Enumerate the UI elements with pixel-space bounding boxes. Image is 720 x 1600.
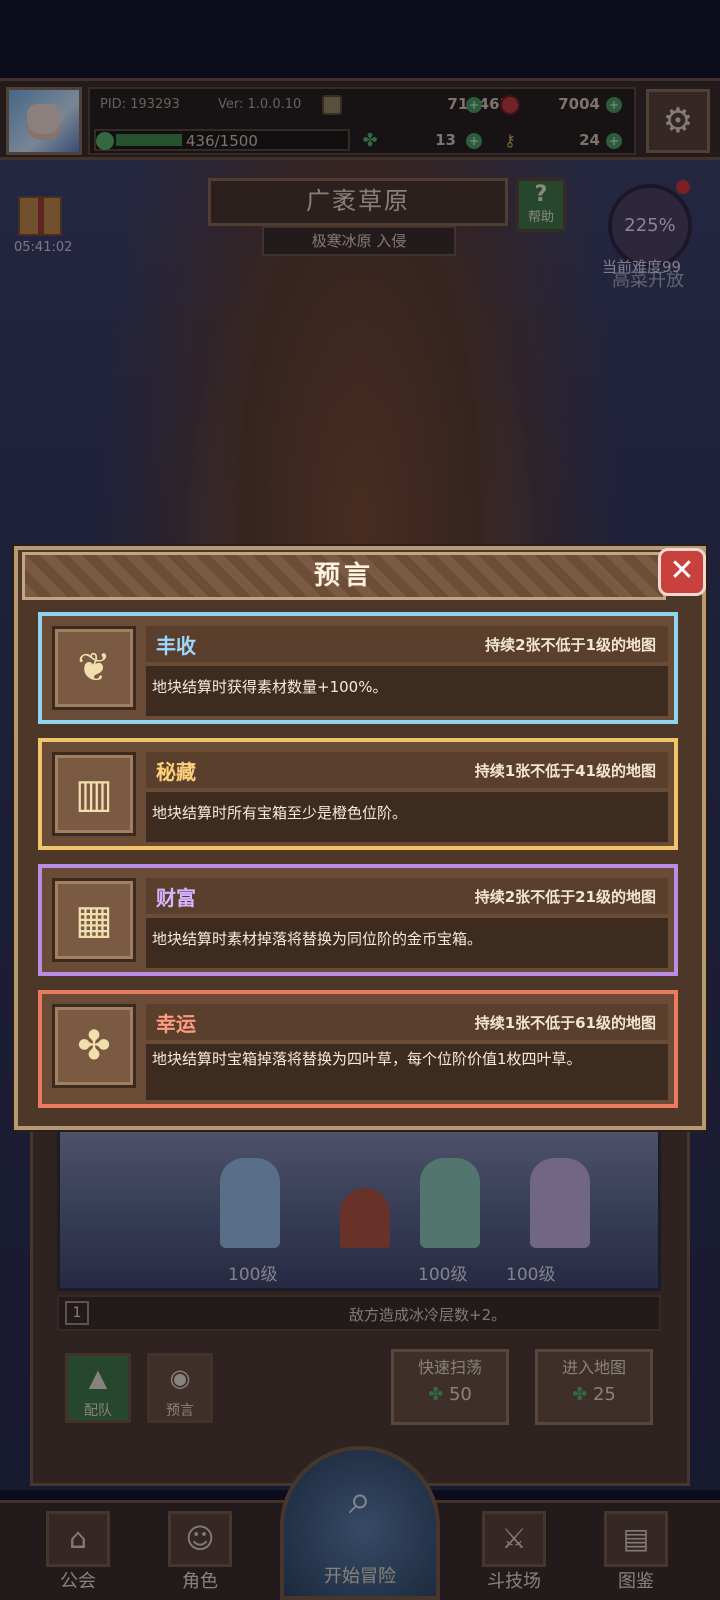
card-icon-box: ▦ xyxy=(52,878,136,962)
card-name-bar: 秘藏 持续1张不低于41级的地图 xyxy=(146,752,668,788)
prophecy-card[interactable]: ▥ 秘藏 持续1张不低于41级的地图 地块结算时所有宝箱至少是橙色位阶。 xyxy=(38,738,678,850)
close-icon: ✕ xyxy=(669,553,695,588)
card-icon-box: ✤ xyxy=(52,1004,136,1088)
card-duration: 持续1张不低于61级的地图 xyxy=(474,1014,656,1032)
card-description: 地块结算时获得素材数量+100%。 xyxy=(152,678,388,696)
coin-stack-icon: ▦ xyxy=(75,897,113,943)
card-description-box: 地块结算时素材掉落将替换为同位阶的金币宝箱。 xyxy=(146,918,668,968)
modal-header: 预言 xyxy=(22,552,666,600)
card-duration: 持续1张不低于41级的地图 xyxy=(474,762,656,780)
card-description-box: 地块结算时获得素材数量+100%。 xyxy=(146,666,668,716)
card-description-box: 地块结算时所有宝箱至少是橙色位阶。 xyxy=(146,792,668,842)
prophecy-modal: 预言 ✕ ❦ 丰收 持续2张不低于1级的地图 地块结算时获得素材数量+100%。… xyxy=(14,546,706,1130)
card-icon-box: ❦ xyxy=(52,626,136,710)
modal-title: 预言 xyxy=(313,561,374,591)
card-duration: 持续2张不低于1级的地图 xyxy=(485,636,656,654)
card-description: 地块结算时素材掉落将替换为同位阶的金币宝箱。 xyxy=(152,930,483,948)
card-name-bar: 幸运 持续1张不低于61级的地图 xyxy=(146,1004,668,1040)
prophecy-card[interactable]: ▦ 财富 持续2张不低于21级的地图 地块结算时素材掉落将替换为同位阶的金币宝箱… xyxy=(38,864,678,976)
card-name: 秘藏 xyxy=(156,760,196,784)
card-name: 丰收 xyxy=(156,634,196,658)
card-name-bar: 财富 持续2张不低于21级的地图 xyxy=(146,878,668,914)
prophecy-card[interactable]: ❦ 丰收 持续2张不低于1级的地图 地块结算时获得素材数量+100%。 xyxy=(38,612,678,724)
card-name-bar: 丰收 持续2张不低于1级的地图 xyxy=(146,626,668,662)
card-duration: 持续2张不低于21级的地图 xyxy=(474,888,656,906)
clover-icon: ✤ xyxy=(77,1023,111,1069)
card-description: 地块结算时所有宝箱至少是橙色位阶。 xyxy=(152,804,408,822)
card-description: 地块结算时宝箱掉落将替换为四叶草，每个位阶价值1枚四叶草。 xyxy=(152,1050,582,1068)
card-description-box: 地块结算时宝箱掉落将替换为四叶草，每个位阶价值1枚四叶草。 xyxy=(146,1044,668,1100)
card-name: 幸运 xyxy=(156,1012,196,1036)
scroll-icon: ▥ xyxy=(75,771,113,817)
close-button[interactable]: ✕ xyxy=(658,548,706,596)
prophecy-card[interactable]: ✤ 幸运 持续1张不低于61级的地图 地块结算时宝箱掉落将替换为四叶草，每个位阶… xyxy=(38,990,678,1108)
card-name: 财富 xyxy=(156,886,196,910)
card-icon-box: ▥ xyxy=(52,752,136,836)
wheat-icon: ❦ xyxy=(77,645,111,691)
